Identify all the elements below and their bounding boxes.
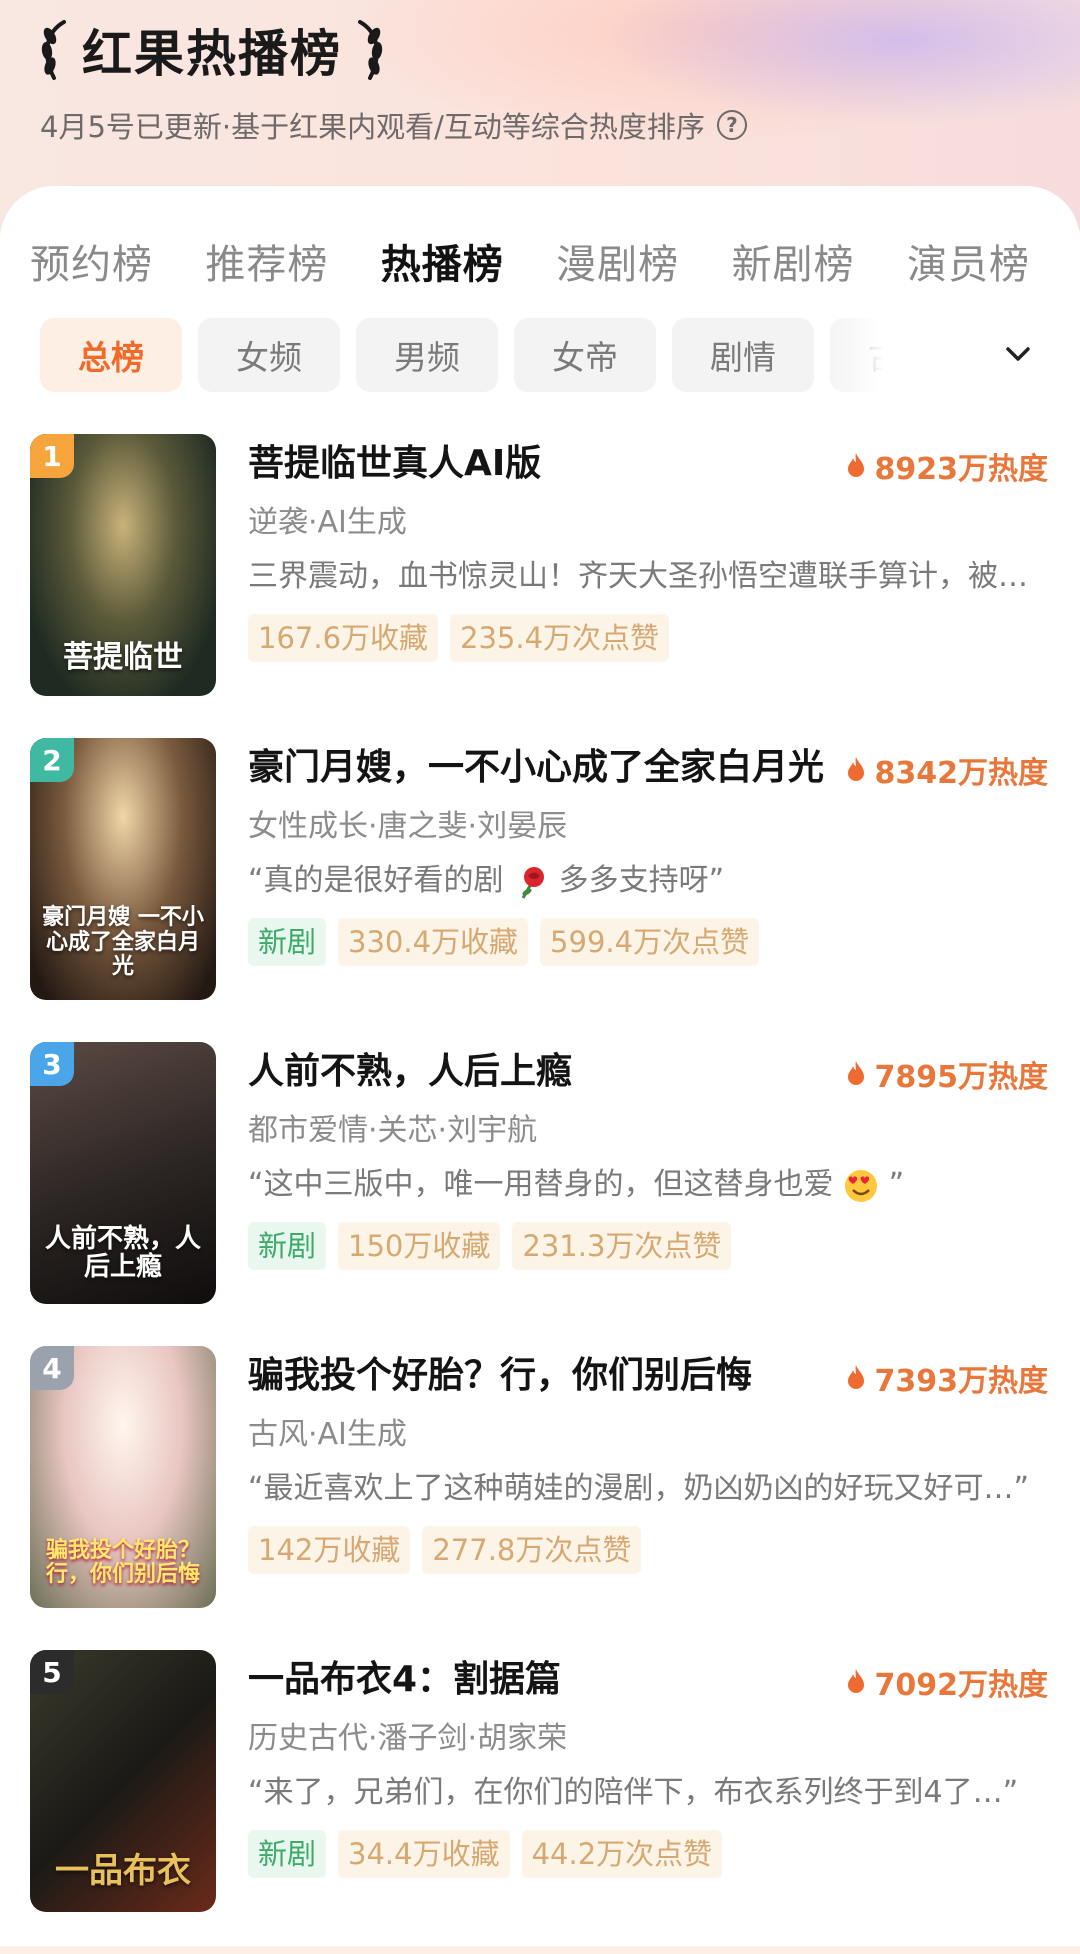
- stats-badges: 167.6万收藏 235.4万次点赞: [248, 614, 1048, 662]
- description: “来了，兄弟们，在你们的陪伴下，布衣系列终于到4了…”: [248, 1775, 1019, 1810]
- item-info: 一品布衣4：割据篇 7092万热度 历史古代·潘子剑·胡家荣 “来了，兄弟们，在…: [248, 1650, 1048, 1878]
- flame-icon: [847, 1061, 864, 1085]
- favorites-badge: 330.4万收藏: [338, 918, 529, 966]
- laurel-right-icon: [358, 20, 383, 80]
- chip-all[interactable]: 总榜: [40, 318, 182, 392]
- likes-badge: 277.8万次点赞: [422, 1526, 642, 1574]
- rank-badge: 4: [30, 1346, 74, 1390]
- poster-image[interactable]: 1 菩提临世: [30, 434, 216, 696]
- subtitle-row: 4月5号已更新·基于红果内观看/互动等综合热度排序 ?: [40, 104, 747, 146]
- genre-tags: 逆袭·AI生成: [248, 505, 407, 540]
- chip-empress[interactable]: 女帝: [514, 318, 656, 392]
- stats-badges: 142万收藏 277.8万次点赞: [248, 1526, 1048, 1574]
- poster-image[interactable]: 5 一品布衣: [30, 1650, 216, 1912]
- poster-image[interactable]: 4 骗我投个好胎？行，你们别后悔: [30, 1346, 216, 1608]
- poster-image[interactable]: 2 豪门月嫂 一不小心成了全家白月光: [30, 738, 216, 1000]
- tab-reservation[interactable]: 预约榜: [30, 232, 153, 290]
- favorites-badge: 34.4万收藏: [338, 1830, 510, 1878]
- poster-title: 菩提临世: [63, 640, 183, 675]
- description-text-end: 多多支持呀”: [558, 863, 725, 898]
- item-info: 菩提临世真人AI版 8923万热度 逆袭·AI生成 三界震动，血书惊灵山！齐天大…: [248, 434, 1048, 662]
- page-title: 红果热播榜: [82, 25, 342, 83]
- drama-list: 1 菩提临世 菩提临世真人AI版 8923万热度 逆袭·AI生成 三界震动，血书…: [30, 434, 1050, 1954]
- heat-value: 8342万热度: [874, 756, 1049, 791]
- poster-image[interactable]: 3 人前不熟，人后上瘾: [30, 1042, 216, 1304]
- heat-value: 7895万热度: [874, 1060, 1049, 1095]
- help-icon[interactable]: ?: [716, 110, 747, 140]
- laurel-left-icon: [41, 20, 66, 80]
- heat-score: 7393万热度: [845, 1356, 1049, 1400]
- chip-female[interactable]: 女频: [198, 318, 340, 392]
- genre-tags: 历史古代·潘子剑·胡家荣: [248, 1721, 568, 1756]
- description: “这中三版中，唯一用替身的，但这替身也爱 ”: [248, 1162, 1048, 1208]
- new-drama-badge: 新剧: [248, 918, 327, 966]
- chip-male[interactable]: 男频: [356, 318, 498, 392]
- heat-score: 8923万热度: [845, 444, 1049, 488]
- ranking-card: 预约榜 推荐榜 热播榜 漫剧榜 新剧榜 演员榜 总榜 女频 男频 女帝 剧情 古…: [0, 186, 1080, 1946]
- ranking-tabs: 预约榜 推荐榜 热播榜 漫剧榜 新剧榜 演员榜: [30, 232, 1060, 290]
- flame-icon: [847, 757, 864, 781]
- chip-track: 总榜 女频 男频 女帝 剧情 古风: [40, 318, 900, 392]
- list-item[interactable]: 2 豪门月嫂 一不小心成了全家白月光 豪门月嫂，一不小心成了全家白月光 8342…: [30, 738, 1050, 1000]
- stats-badges: 新剧 34.4万收藏 44.2万次点赞: [248, 1830, 1048, 1878]
- chevron-down-icon[interactable]: [998, 334, 1038, 374]
- description: “真的是很好看的剧 多多支持呀”: [248, 858, 1048, 904]
- flame-icon: [847, 1669, 864, 1693]
- item-info: 骗我投个好胎？行，你们别后悔 7393万热度 古风·AI生成 “最近喜欢上了这种…: [248, 1346, 1048, 1574]
- description: 三界震动，血书惊灵山！齐天大圣孙悟空遭联手算计，被…: [248, 559, 1028, 594]
- likes-badge: 231.3万次点赞: [512, 1222, 732, 1270]
- new-drama-badge: 新剧: [248, 1222, 327, 1270]
- rose-icon: [521, 866, 545, 899]
- poster-title: 人前不熟，人后上瘾: [44, 1223, 201, 1283]
- description-text: “这中三版中，唯一用替身的，但这替身也爱: [248, 1167, 834, 1202]
- update-subtitle: 4月5号已更新·基于红果内观看/互动等综合热度排序: [40, 110, 705, 144]
- description-text: “真的是很好看的剧: [248, 863, 504, 898]
- genre-tags: 都市爱情·关芯·刘宇航: [248, 1113, 538, 1148]
- chip-fade-overlay: [820, 318, 900, 392]
- rank-badge: 5: [30, 1650, 74, 1694]
- likes-badge: 44.2万次点赞: [521, 1830, 723, 1878]
- rank-badge: 3: [30, 1042, 74, 1086]
- stats-badges: 新剧 150万收藏 231.3万次点赞: [248, 1222, 1048, 1270]
- genre-tags: 古风·AI生成: [248, 1417, 407, 1452]
- list-item[interactable]: 4 骗我投个好胎？行，你们别后悔 骗我投个好胎？行，你们别后悔 7393万热度 …: [30, 1346, 1050, 1608]
- tab-new[interactable]: 新剧榜: [732, 232, 855, 290]
- poster-title: 一品布衣: [55, 1850, 191, 1891]
- heart-eyes-icon: [845, 1169, 878, 1202]
- item-info: 豪门月嫂，一不小心成了全家白月光 8342万热度 女性成长·唐之斐·刘晏辰 “真…: [248, 738, 1048, 966]
- tab-comic[interactable]: 漫剧榜: [556, 232, 679, 290]
- list-item[interactable]: 3 人前不熟，人后上瘾 人前不熟，人后上瘾 7895万热度 都市爱情·关芯·刘宇…: [30, 1042, 1050, 1304]
- poster-title: 骗我投个好胎？行，你们别后悔: [45, 1536, 200, 1587]
- favorites-badge: 142万收藏: [248, 1526, 411, 1574]
- rank-badge: 1: [30, 434, 74, 478]
- description-text-end: ”: [888, 1167, 905, 1202]
- description: “最近喜欢上了这种萌娃的漫剧，奶凶奶凶的好玩又好可…”: [248, 1471, 1030, 1506]
- favorites-badge: 150万收藏: [338, 1222, 501, 1270]
- genre-tags: 女性成长·唐之斐·刘晏辰: [248, 809, 568, 844]
- list-item[interactable]: 1 菩提临世 菩提临世真人AI版 8923万热度 逆袭·AI生成 三界震动，血书…: [30, 434, 1050, 696]
- likes-badge: 599.4万次点赞: [540, 918, 760, 966]
- list-item[interactable]: 5 一品布衣 一品布衣4：割据篇 7092万热度 历史古代·潘子剑·胡家荣 “来…: [30, 1650, 1050, 1912]
- heat-value: 8923万热度: [874, 452, 1049, 487]
- flame-icon: [847, 453, 864, 477]
- likes-badge: 235.4万次点赞: [450, 614, 670, 662]
- tab-hot[interactable]: 热播榜: [381, 232, 504, 290]
- favorites-badge: 167.6万收藏: [248, 614, 439, 662]
- tab-recommend[interactable]: 推荐榜: [205, 232, 328, 290]
- stats-badges: 新剧 330.4万收藏 599.4万次点赞: [248, 918, 1048, 966]
- heat-value: 7393万热度: [874, 1364, 1049, 1399]
- heat-score: 7895万热度: [845, 1052, 1049, 1096]
- heat-score: 8342万热度: [845, 748, 1049, 792]
- heat-score: 7092万热度: [845, 1660, 1049, 1704]
- rank-badge: 2: [30, 738, 74, 782]
- item-info: 人前不熟，人后上瘾 7895万热度 都市爱情·关芯·刘宇航 “这中三版中，唯一用…: [248, 1042, 1048, 1270]
- heat-value: 7092万热度: [874, 1668, 1049, 1703]
- flame-icon: [847, 1365, 864, 1389]
- page-title-row: 红果热播榜: [36, 12, 388, 88]
- poster-title: 豪门月嫂 一不小心成了全家白月光: [42, 904, 204, 979]
- new-drama-badge: 新剧: [248, 1830, 327, 1878]
- category-chips: 总榜 女频 男频 女帝 剧情 古风: [40, 316, 1040, 394]
- tab-actors[interactable]: 演员榜: [907, 232, 1030, 290]
- chip-plot[interactable]: 剧情: [672, 318, 814, 392]
